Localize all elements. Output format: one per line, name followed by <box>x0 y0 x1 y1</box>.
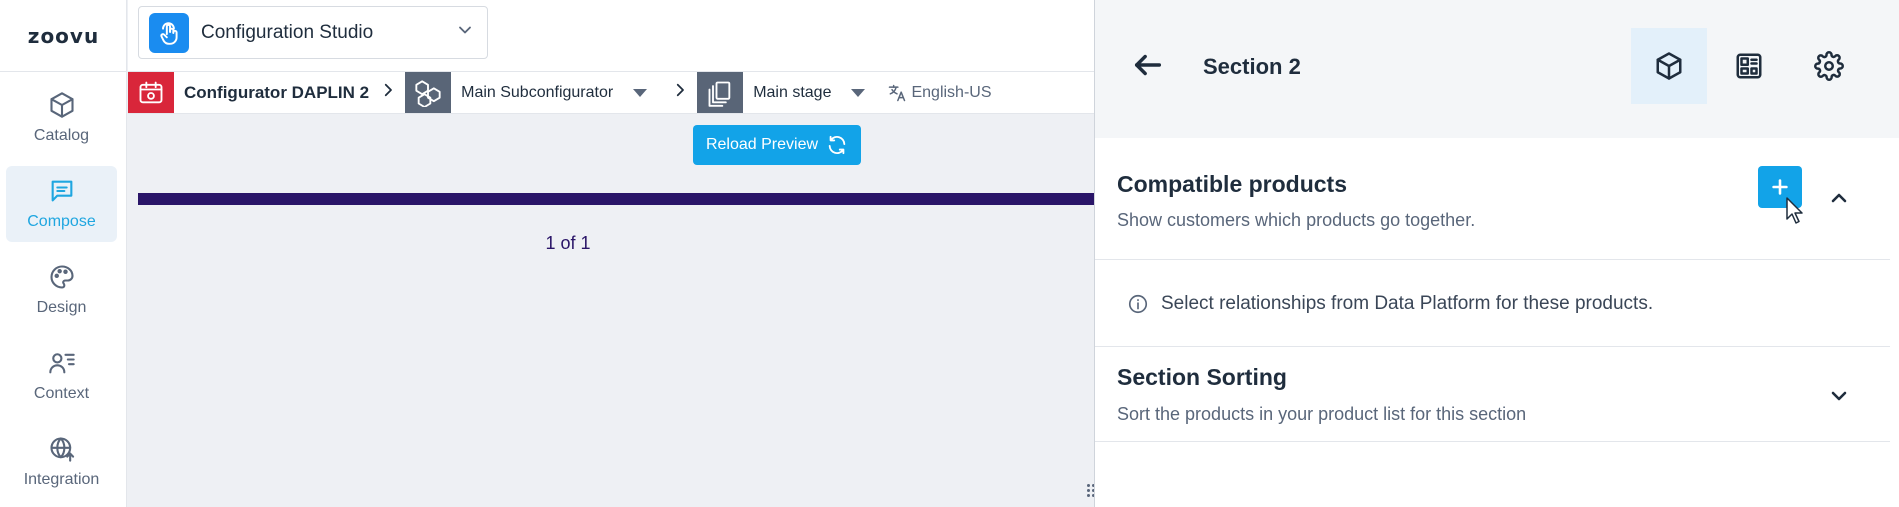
section-panel: Section 2 Compatible products Show custo… <box>1094 0 1899 507</box>
layout-dashboard-icon <box>1736 53 1762 79</box>
top-bar: Configuration Studio <box>128 0 1094 72</box>
user-list-icon <box>48 353 75 374</box>
reload-preview-button[interactable]: Reload Preview <box>693 125 861 165</box>
compatible-products-info: Select relationships from Data Platform … <box>1095 261 1890 347</box>
nav-item-label: Compose <box>27 213 96 230</box>
nav-item-label: Catalog <box>33 127 90 144</box>
tab-products[interactable] <box>1631 28 1707 104</box>
reload-preview-label: Reload Preview <box>705 136 819 153</box>
back-arrow-icon[interactable] <box>1131 48 1165 82</box>
nav-item-design[interactable]: Design <box>6 252 117 328</box>
section-title: Section Sorting <box>1117 364 1287 390</box>
studio-select[interactable]: Configuration Studio <box>138 6 488 59</box>
tab-layout[interactable] <box>1711 28 1787 104</box>
preview-progress-bar <box>138 193 1094 205</box>
section-subtitle: Sort the products in your product list f… <box>1117 404 1527 424</box>
nav-item-integration[interactable]: Integration <box>6 424 117 500</box>
nav-item-label: Context <box>33 385 90 402</box>
section-compatible-products: Compatible products Show customers which… <box>1095 138 1890 260</box>
panel-header: Section 2 <box>1095 0 1899 138</box>
stage-layers-icon <box>697 72 744 113</box>
cube-icon <box>1656 52 1682 80</box>
panel-title: Section 2 <box>1203 54 1301 79</box>
section-sorting: Section Sorting Sort the products in you… <box>1095 348 1890 442</box>
zoovu-logo[interactable]: zoovu <box>0 0 127 72</box>
nav-item-label: Integration <box>23 471 100 488</box>
breadcrumb-subconfigurator[interactable]: Main Subconfigurator <box>451 84 623 102</box>
studio-icon-badge <box>149 12 189 53</box>
nav-item-compose[interactable]: Compose <box>6 166 117 242</box>
tab-settings[interactable] <box>1791 28 1867 104</box>
globe-upload-icon <box>49 437 74 462</box>
preview-area: Reload Preview 1 of 1 <box>128 115 1094 507</box>
cube-icon <box>49 92 74 118</box>
language-label: English-US <box>911 83 992 101</box>
left-navigation: zoovu Catalog Compose Design Context Int… <box>0 0 127 507</box>
language-select[interactable]: English-US <box>887 83 992 103</box>
breadcrumb-configurator[interactable]: Configurator DAPLIN 2 <box>174 83 379 103</box>
refresh-icon <box>828 135 846 155</box>
info-icon <box>1128 294 1148 313</box>
studio-select-label: Configuration Studio <box>201 21 374 43</box>
chevron-right-icon <box>379 81 397 104</box>
translate-icon <box>889 84 906 101</box>
section-subtitle: Show customers which products go togethe… <box>1117 210 1476 230</box>
info-text: Select relationships from Data Platform … <box>1161 292 1654 314</box>
chevron-down-icon <box>455 20 475 45</box>
configurator-icon <box>128 72 174 113</box>
nav-list: Catalog Compose Design Context Integrati… <box>6 80 117 507</box>
palette-icon <box>50 265 74 289</box>
chevron-down-icon[interactable] <box>1827 384 1851 408</box>
panel-tabs <box>1631 28 1871 104</box>
preview-pager: 1 of 1 <box>545 233 591 253</box>
nav-item-context[interactable]: Context <box>6 338 117 414</box>
nav-item-label: Design <box>36 299 87 316</box>
caret-down-icon[interactable] <box>633 88 648 97</box>
touch-hand-icon <box>160 21 178 45</box>
nav-item-catalog[interactable]: Catalog <box>6 80 117 156</box>
breadcrumb-stage[interactable]: Main stage <box>743 84 841 102</box>
plus-icon <box>1772 179 1788 195</box>
gear-icon <box>1814 51 1844 81</box>
message-square-icon <box>51 180 72 202</box>
chevron-up-icon[interactable] <box>1827 186 1851 210</box>
breadcrumb: Configurator DAPLIN 2 Main Subconfigurat… <box>128 72 1094 114</box>
section-title: Compatible products <box>1117 171 1348 197</box>
caret-down-icon[interactable] <box>851 88 866 97</box>
mouse-cursor-icon <box>1786 197 1803 224</box>
chevron-right-icon <box>671 81 689 104</box>
subconfigurator-icon <box>405 72 452 113</box>
